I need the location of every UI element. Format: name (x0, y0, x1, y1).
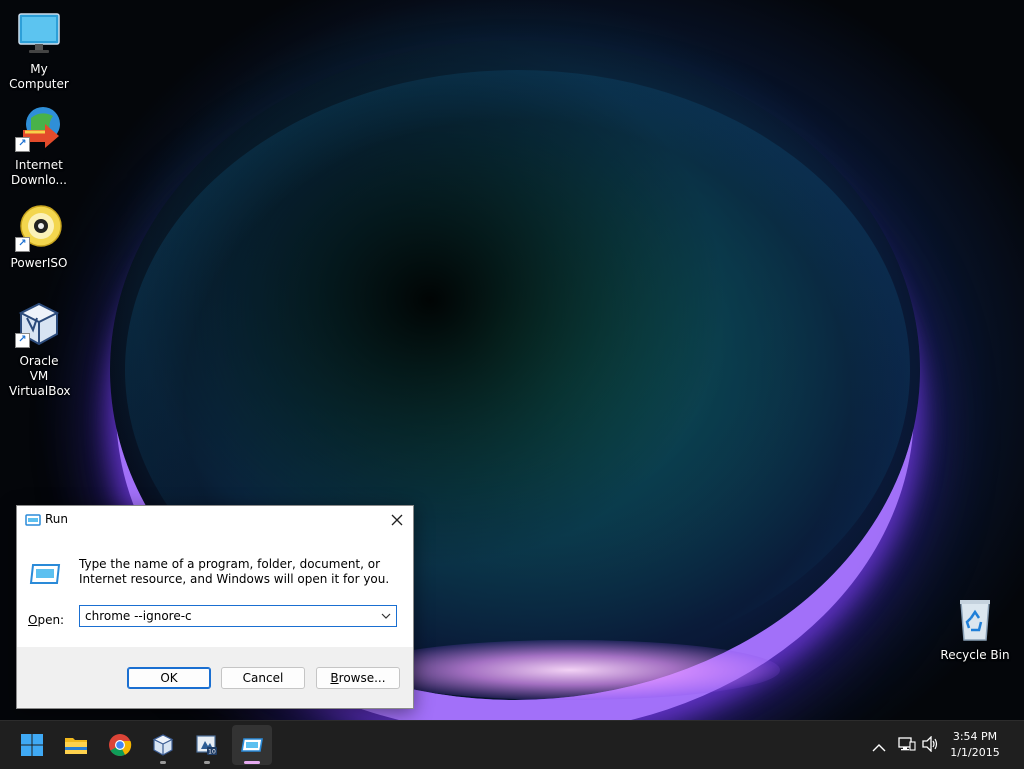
cancel-button[interactable]: Cancel (221, 667, 305, 689)
windows-logo-icon (21, 734, 43, 756)
desktop-icon-poweriso[interactable]: ↗ PowerISO (0, 204, 78, 271)
running-indicator (160, 761, 166, 764)
desktop-icon-label: Internet Downlo... (11, 158, 67, 187)
ok-button[interactable]: OK (127, 667, 211, 689)
open-input[interactable] (85, 608, 375, 624)
monitor-icon (15, 10, 63, 58)
run-dialog-title: Run (45, 512, 69, 526)
virtualbox-icon (152, 734, 174, 756)
run-dialog-titlebar[interactable]: Run (17, 506, 413, 534)
close-button[interactable] (387, 510, 407, 530)
recycle-bin-icon (951, 596, 999, 644)
svg-text:10: 10 (208, 749, 216, 756)
run-dialog-description: Type the name of a program, folder, docu… (79, 557, 390, 586)
shortcut-arrow-icon: ↗ (15, 237, 30, 252)
taskbar-app[interactable]: 10 (187, 725, 227, 765)
run-dialog: Run Type the name of a program, folder, … (16, 505, 414, 709)
run-dialog-footer: OK Cancel Browse... (17, 647, 413, 707)
open-label: Open: (28, 613, 65, 627)
network-icon[interactable] (898, 736, 916, 756)
system-tray (866, 721, 946, 769)
clock-time: 3:54 PM (952, 730, 998, 743)
clock-date: 1/1/2015 (950, 746, 1000, 759)
taskbar-virtualbox[interactable] (143, 725, 183, 765)
wallpaper-highlight (360, 640, 780, 700)
clock[interactable]: 3:54 PM 1/1/2015 (945, 729, 1005, 761)
app-icon: 10 (196, 735, 217, 756)
taskbar-file-explorer[interactable] (56, 725, 96, 765)
active-indicator (244, 761, 260, 764)
desktop-icon-label: PowerISO (10, 256, 68, 270)
run-dialog-body: Type the name of a program, folder, docu… (17, 534, 413, 647)
volume-icon[interactable] (922, 735, 940, 756)
desktop-icon-label: Oracle VM VirtualBox (9, 354, 71, 398)
taskbar: 10 3:54 PM 1/1/2015 (0, 720, 1024, 769)
desktop-icon-virtualbox[interactable]: ↗ Oracle VM VirtualBox (0, 300, 78, 399)
folder-icon (65, 738, 87, 754)
taskbar-chrome[interactable] (100, 725, 140, 765)
desktop-icon-internet-download-manager[interactable]: ↗ Internet Downlo... (0, 104, 78, 188)
close-icon (391, 514, 403, 526)
running-indicator (204, 761, 210, 764)
shortcut-arrow-icon: ↗ (15, 333, 30, 348)
shortcut-arrow-icon: ↗ (15, 137, 30, 152)
desktop-icon-recycle-bin[interactable]: Recycle Bin (936, 596, 1014, 663)
desktop-icon-my-computer[interactable]: My Computer (0, 10, 78, 92)
open-combobox[interactable] (79, 605, 397, 627)
run-icon (25, 514, 41, 529)
disc-icon: ↗ (15, 204, 63, 252)
desktop: My Computer ↗ Internet Downlo... ↗ Power (0, 0, 1024, 720)
chevron-down-icon[interactable] (378, 607, 394, 625)
browse-button[interactable]: Browse... (316, 667, 400, 689)
run-icon (241, 738, 263, 752)
chevron-up-icon[interactable] (872, 738, 886, 757)
run-icon (29, 563, 61, 588)
chrome-icon (109, 734, 132, 756)
desktop-icon-label: Recycle Bin (940, 648, 1010, 662)
virtualbox-icon: ↗ (15, 300, 63, 348)
download-manager-icon: ↗ (15, 104, 63, 152)
taskbar-run[interactable] (232, 725, 272, 765)
start-button[interactable] (12, 725, 52, 765)
desktop-icon-label: My Computer (9, 62, 69, 91)
